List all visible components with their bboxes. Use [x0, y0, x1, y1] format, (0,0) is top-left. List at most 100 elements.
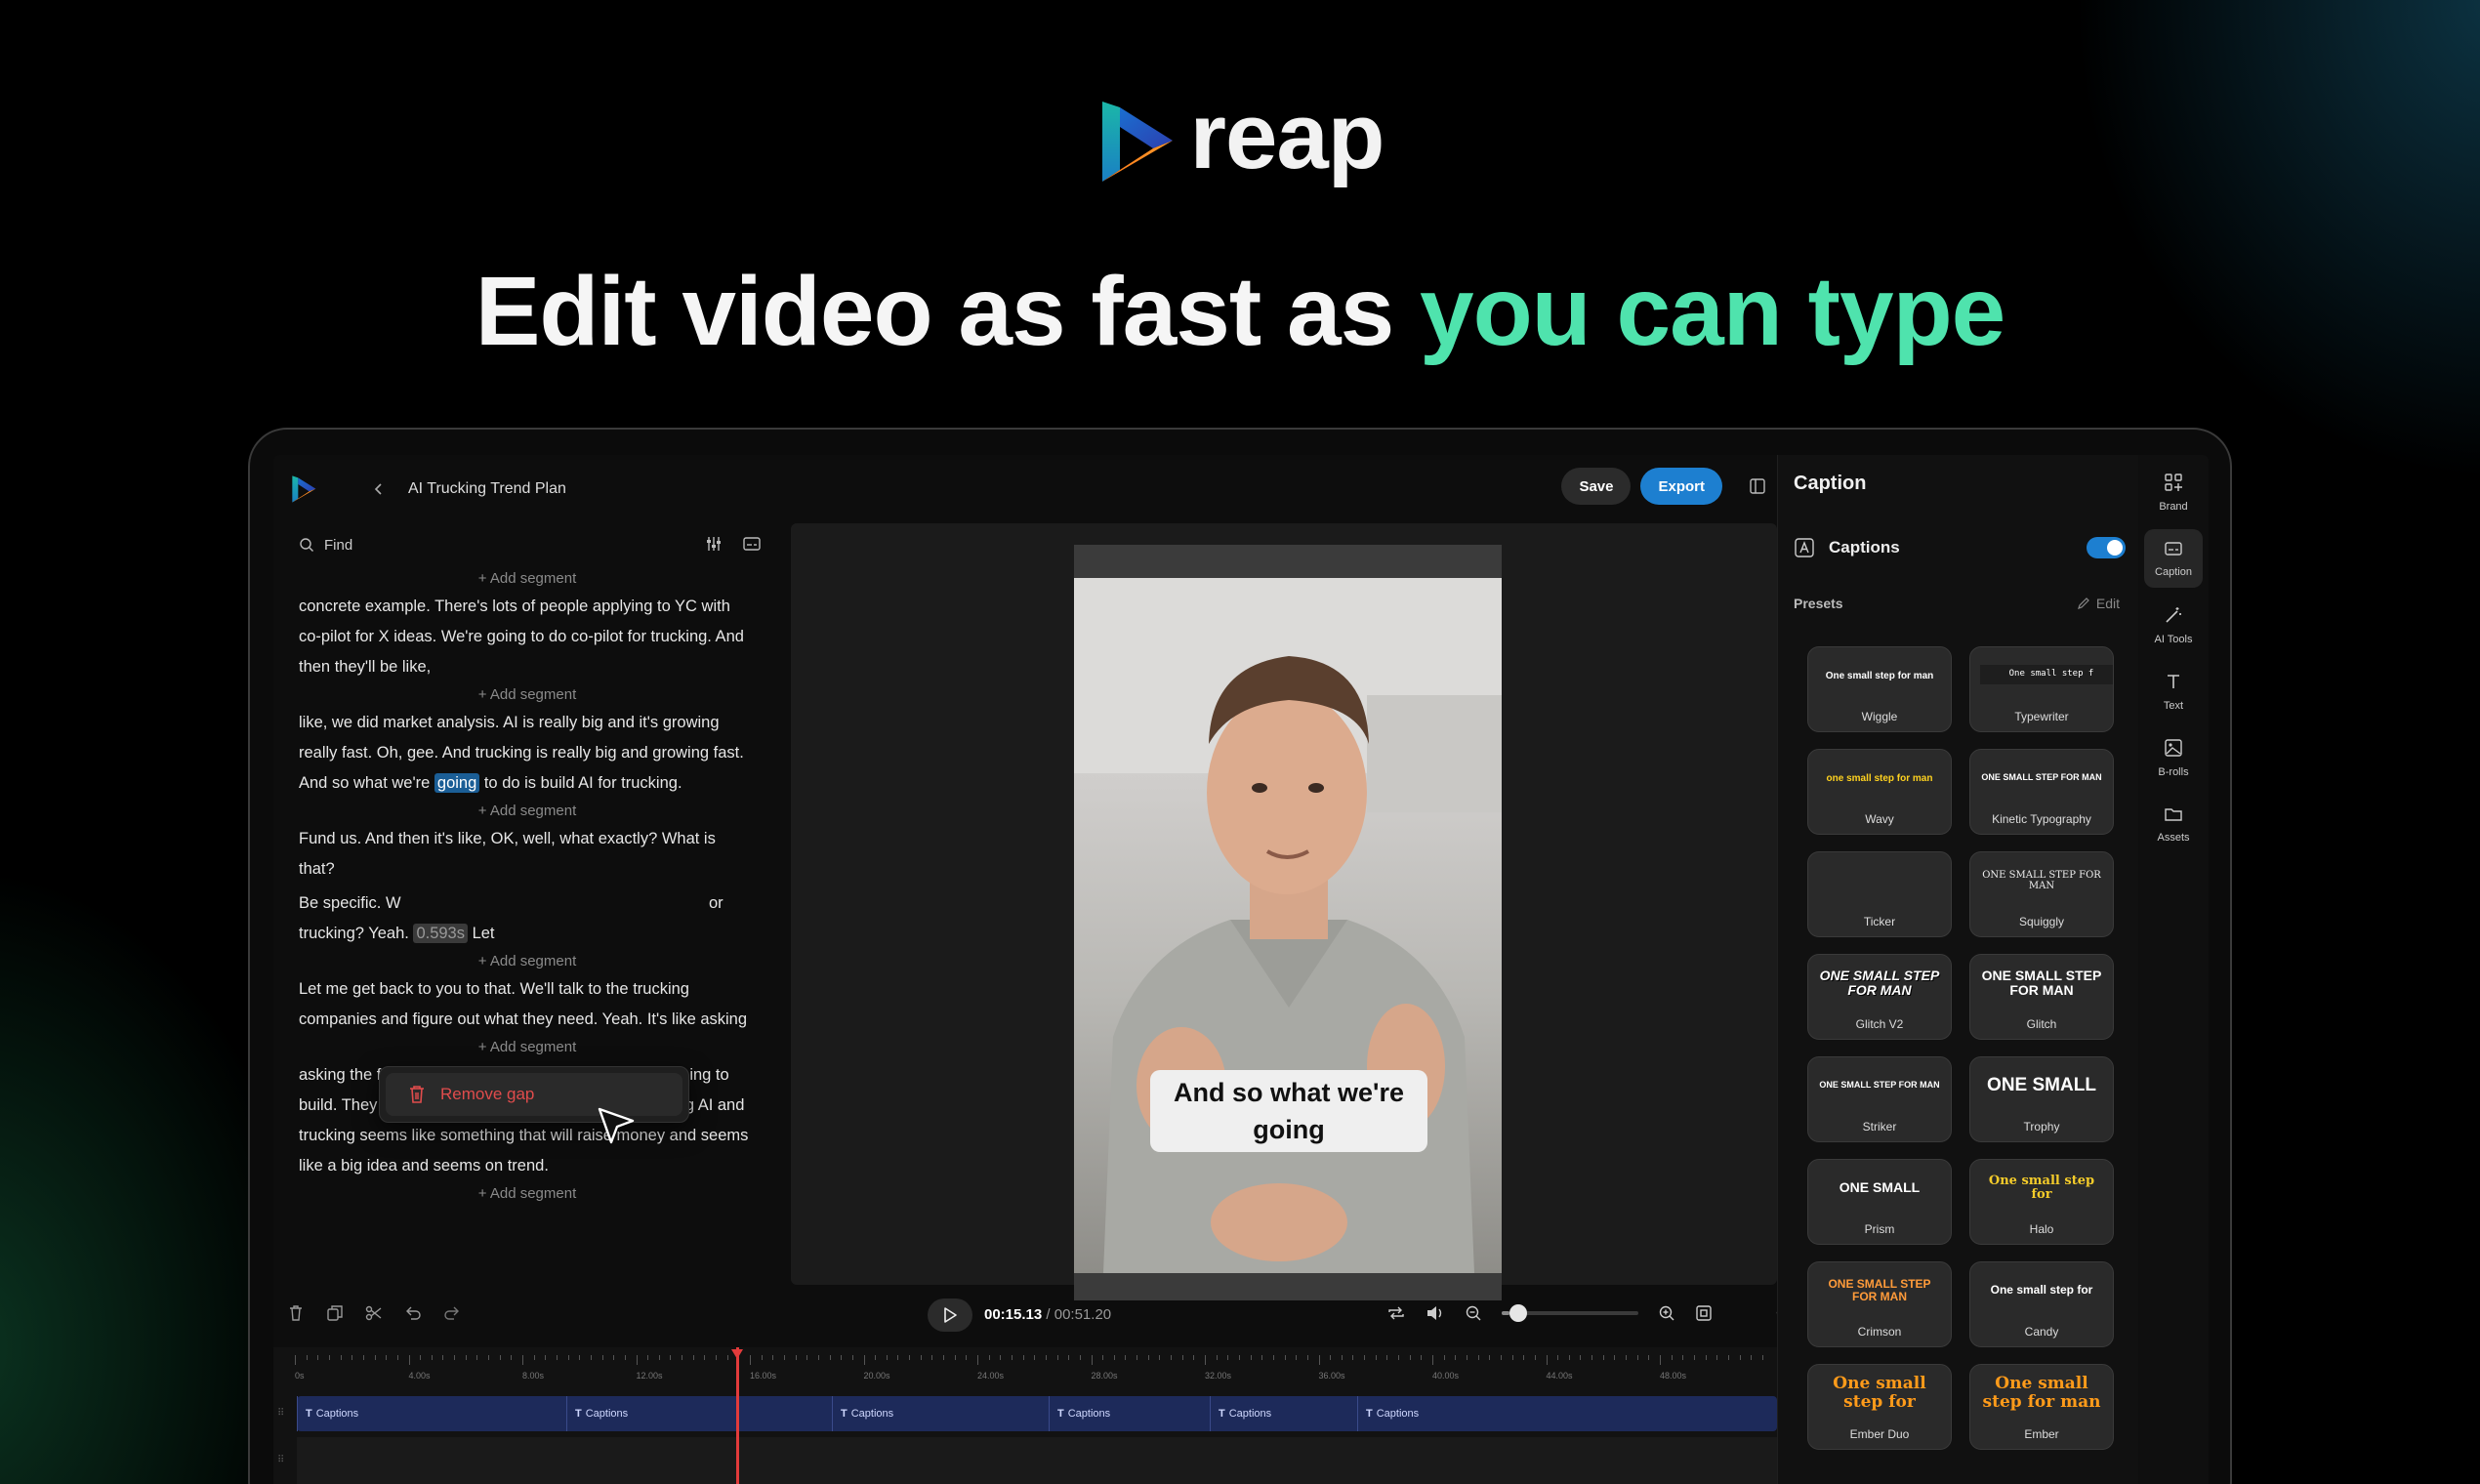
volume-icon[interactable]: [1426, 1304, 1445, 1322]
captions-toggle[interactable]: [2087, 537, 2126, 558]
caption-track[interactable]: T Captions T Captions T Captions T Captions T Cap…: [297, 1396, 1777, 1431]
ruler-tick: [829, 1355, 831, 1360]
preset-name: Crimson: [1857, 1325, 1902, 1339]
loop-icon[interactable]: [1386, 1304, 1406, 1322]
scissors-icon[interactable]: [365, 1304, 383, 1322]
timeline[interactable]: 0s 4.00s 8.00s 12.00s 16.00s 20.00s 24.00s 28.0…: [273, 1347, 1777, 1484]
rail-item-assets[interactable]: Assets: [2144, 795, 2203, 853]
gap-chip[interactable]: 0.593s: [413, 924, 468, 943]
ruler-tick-label: 8.00s: [522, 1371, 545, 1381]
preset-card-glitch-v2[interactable]: ONE SMALL STEP FOR MAN Glitch V2: [1807, 954, 1952, 1040]
zoom-slider[interactable]: [1502, 1304, 1638, 1322]
preset-card-candy[interactable]: One small step for Candy: [1969, 1261, 2114, 1347]
transcript-segment[interactable]: like, we did market analysis. AI is real…: [293, 708, 762, 799]
caption-clip[interactable]: T Captions: [832, 1396, 893, 1431]
app-logo-icon[interactable]: [289, 474, 318, 504]
video-caption-overlay[interactable]: And so what we're going: [1150, 1070, 1427, 1152]
project-title[interactable]: AI Trucking Trend Plan: [408, 480, 566, 498]
add-segment-button[interactable]: + Add segment: [293, 1035, 762, 1060]
add-segment-button[interactable]: + Add segment: [293, 682, 762, 708]
preset-card-glitch[interactable]: ONE SMALL STEP FOR MAN Glitch: [1969, 954, 2114, 1040]
preset-card-wiggle[interactable]: One small step for man Wiggle: [1807, 646, 1952, 732]
chevron-left-icon[interactable]: [371, 481, 387, 497]
rail-item-ai-tools[interactable]: AI Tools: [2144, 596, 2203, 654]
transcript-segment[interactable]: Let me get back to you to that. We'll ta…: [293, 974, 762, 1035]
find-bar[interactable]: Find: [293, 523, 762, 566]
ruler-tick: [1671, 1355, 1673, 1360]
preset-name: Wiggle: [1861, 710, 1898, 723]
rail-item-text[interactable]: Text: [2144, 662, 2203, 721]
preset-name: Candy: [2024, 1325, 2059, 1339]
video-preview[interactable]: And so what we're going: [791, 523, 1777, 1300]
preset-card-crimson[interactable]: ONE SMALL STEP FOR MAN Crimson: [1807, 1261, 1952, 1347]
edit-presets-button[interactable]: Edit: [2077, 596, 2120, 611]
zoom-out-icon[interactable]: [1465, 1304, 1482, 1322]
delete-icon[interactable]: [287, 1304, 305, 1322]
preset-card-halo[interactable]: One small step for Halo: [1969, 1159, 2114, 1245]
ruler-tick-label: 20.00s: [863, 1371, 890, 1381]
ruler-tick: [567, 1355, 569, 1360]
video-frame[interactable]: And so what we're going: [1074, 545, 1502, 1300]
zoom-slider-knob[interactable]: [1509, 1304, 1528, 1322]
caption-clip[interactable]: T Captions: [1210, 1396, 1271, 1431]
ruler-tick: [408, 1355, 410, 1365]
track-drag-handle-icon[interactable]: ⠿: [277, 1455, 284, 1465]
add-segment-button[interactable]: + Add segment: [293, 566, 762, 592]
fit-to-screen-icon[interactable]: [1695, 1304, 1713, 1322]
timeline-ruler[interactable]: 0s 4.00s 8.00s 12.00s 16.00s 20.00s 24.00s 28.0…: [295, 1355, 1777, 1384]
track-drag-handle-icon[interactable]: ⠿: [277, 1408, 284, 1419]
ruler-tick: [636, 1355, 638, 1365]
presets-label: Presets: [1794, 596, 1843, 611]
add-segment-button[interactable]: + Add segment: [293, 799, 762, 824]
caption-clip[interactable]: T Captions: [1357, 1396, 1419, 1431]
transcript-segment[interactable]: Fund us. And then it's like, OK, well, w…: [293, 824, 762, 885]
preset-name: Ember: [2024, 1427, 2059, 1441]
ruler-tick-label: 48.00s: [1660, 1371, 1687, 1381]
ruler-tick: [1375, 1355, 1377, 1360]
preset-card-typewriter[interactable]: One small step f Typewriter: [1969, 646, 2114, 732]
remove-gap-label: Remove gap: [440, 1085, 535, 1103]
play-button[interactable]: [928, 1298, 972, 1332]
caption-clip[interactable]: T Captions: [297, 1396, 358, 1431]
save-button[interactable]: Save: [1561, 468, 1632, 505]
add-segment-button[interactable]: + Add segment: [293, 1181, 762, 1207]
preset-card-trophy[interactable]: ONE SMALL Trophy: [1969, 1056, 2114, 1142]
preset-card-prism[interactable]: ONE SMALL Prism: [1807, 1159, 1952, 1245]
rail-item-caption[interactable]: Caption: [2144, 529, 2203, 588]
preset-card-squiggly[interactable]: ONE SMALL STEP FOR MAN Squiggly: [1969, 851, 2114, 937]
playhead-handle[interactable]: [731, 1349, 743, 1359]
preset-card-ember[interactable]: One small step for man Ember: [1969, 1364, 2114, 1450]
rail-item-brand[interactable]: Brand: [2144, 463, 2203, 521]
caption-clip[interactable]: T Captions: [566, 1396, 628, 1431]
ruler-tick: [886, 1355, 888, 1360]
find-input[interactable]: Find: [324, 537, 352, 554]
caption-clip[interactable]: T Captions: [1049, 1396, 1110, 1431]
ruler-tick: [1330, 1355, 1332, 1360]
duplicate-icon[interactable]: [326, 1304, 344, 1322]
subtitle-icon[interactable]: [742, 535, 762, 553]
panel-toggle-icon[interactable]: [1738, 468, 1777, 505]
rail-item-b-rolls[interactable]: B-rolls: [2144, 728, 2203, 787]
preset-card-kinetic-typography[interactable]: ONE SMALL STEP FOR MAN Kinetic Typography: [1969, 749, 2114, 835]
ruler-tick: [1568, 1355, 1570, 1360]
remove-gap-menu-item[interactable]: Remove gap: [386, 1073, 682, 1116]
export-button[interactable]: Export: [1640, 468, 1722, 505]
filter-sliders-icon[interactable]: [705, 535, 723, 553]
ruler-tick: [1216, 1355, 1218, 1360]
ruler-tick: [1102, 1355, 1104, 1360]
preset-name: Kinetic Typography: [1992, 812, 2091, 826]
playhead[interactable]: [731, 1347, 743, 1484]
preset-card-wavy[interactable]: one small step for man Wavy: [1807, 749, 1952, 835]
highlighted-word[interactable]: going: [434, 773, 480, 793]
transcript-segment[interactable]: Be specific. Wor trucking? Yeah. 0.593s …: [293, 888, 762, 949]
preset-card-striker[interactable]: ONE SMALL STEP FOR MAN Striker: [1807, 1056, 1952, 1142]
preset-sample: one small step for man: [1826, 772, 1933, 784]
preset-card-ticker[interactable]: Ticker: [1807, 851, 1952, 937]
undo-icon[interactable]: [404, 1304, 422, 1322]
redo-icon[interactable]: [443, 1304, 461, 1322]
preset-card-ember-duo[interactable]: One small step for Ember Duo: [1807, 1364, 1952, 1450]
video-track[interactable]: [297, 1437, 1777, 1484]
add-segment-button[interactable]: + Add segment: [293, 949, 762, 974]
transcript-segment[interactable]: concrete example. There's lots of people…: [293, 592, 762, 682]
zoom-in-icon[interactable]: [1658, 1304, 1675, 1322]
